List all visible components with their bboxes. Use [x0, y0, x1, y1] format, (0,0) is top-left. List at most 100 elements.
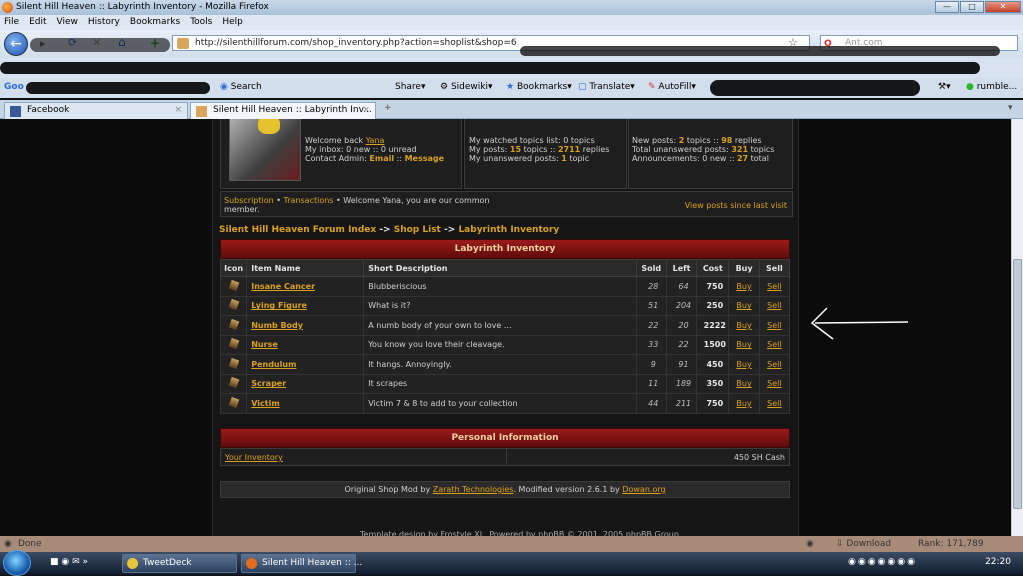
breadcrumb-index-link[interactable]: Silent Hill Heaven Forum Index [219, 225, 376, 235]
item-name-link[interactable]: Victim [251, 399, 279, 408]
item-left: 22 [665, 334, 698, 355]
sell-link[interactable]: Sell [767, 301, 781, 310]
sell-link[interactable]: Sell [767, 282, 781, 291]
watched-topics[interactable]: My watched topics list: 0 topics [469, 136, 595, 145]
start-button[interactable] [3, 550, 31, 576]
username-link[interactable]: Yana [366, 136, 385, 145]
breadcrumb-shop-list-link[interactable]: Shop List [394, 225, 441, 235]
taskbar-item-tweetdeck[interactable]: TweetDeck [122, 554, 237, 573]
item-icon [219, 373, 248, 394]
buy-link[interactable]: Buy [736, 360, 751, 369]
buy-link[interactable]: Buy [736, 301, 751, 310]
search-button[interactable]: ◉ Search [220, 82, 262, 92]
google-logo-icon: Goo [4, 82, 24, 92]
buy-cell: Buy [728, 354, 760, 375]
minimize-button[interactable]: — [935, 1, 959, 13]
buy-link[interactable]: Buy [736, 340, 751, 349]
facebook-favicon-icon [10, 106, 21, 117]
contact-message-link[interactable]: Message [405, 154, 444, 163]
tab-labyrinth-inventory[interactable]: Silent Hill Heaven :: Labyrinth Inv... × [190, 102, 376, 119]
announcements[interactable]: Announcements: 0 new :: 27 total [632, 154, 769, 163]
menu-edit[interactable]: Edit [29, 15, 46, 30]
sell-link[interactable]: Sell [767, 321, 781, 330]
tab-close-icon[interactable]: × [174, 103, 182, 118]
contact-line: Contact Admin: Email :: Message [305, 154, 445, 163]
new-posts[interactable]: New posts: 2 topics :: 98 replies [632, 136, 762, 145]
unanswered-posts[interactable]: My unanswered posts: 1 topic [469, 154, 589, 163]
item-description: It hangs. Annoyingly. [363, 354, 637, 375]
back-button[interactable]: ← [4, 32, 28, 56]
buy-link[interactable]: Buy [736, 321, 751, 330]
item-sold: 51 [635, 295, 667, 316]
bookmarks-button[interactable]: ★ Bookmarks▾ [506, 82, 572, 92]
item-name-link[interactable]: Pendulum [251, 360, 296, 369]
subscription-link[interactable]: Subscription [224, 196, 274, 205]
item-description: Blubberiscious [363, 276, 637, 297]
tab-list-icon[interactable]: ▾ [1008, 103, 1013, 113]
tab-facebook[interactable]: Facebook × [4, 102, 188, 119]
item-description: It scrapes [363, 373, 637, 394]
item-icon [219, 393, 248, 414]
menu-bar: File Edit View History Bookmarks Tools H… [0, 15, 1023, 30]
menu-help[interactable]: Help [222, 15, 243, 30]
col-short-description: Short Description [363, 259, 637, 277]
your-inventory-link[interactable]: Your Inventory [225, 453, 283, 462]
menu-bookmarks[interactable]: Bookmarks [130, 15, 180, 30]
vertical-scrollbar[interactable] [1011, 119, 1023, 536]
personal-info-title: Personal Information [451, 433, 559, 443]
autofill-button[interactable]: ✎ AutoFill▾ [648, 82, 696, 92]
sell-link[interactable]: Sell [767, 340, 781, 349]
monster-icon [228, 357, 239, 369]
item-name-link[interactable]: Scraper [251, 379, 286, 388]
buy-cell: Buy [728, 276, 760, 297]
item-name-link[interactable]: Numb Body [251, 321, 303, 330]
view-posts-since-link[interactable]: View posts since last visit [685, 201, 787, 210]
translate-button[interactable]: ▢ Translate▾ [578, 82, 635, 92]
modder-link[interactable]: Dowan.org [622, 485, 665, 494]
menu-tools[interactable]: Tools [190, 15, 212, 30]
sidewiki-button[interactable]: ⚙ Sidewiki▾ [440, 82, 493, 92]
user-menu[interactable]: ● rumble... [966, 82, 1017, 92]
item-name-link[interactable]: Nurse [251, 340, 278, 349]
taskbar-item-firefox[interactable]: Silent Hill Heaven :: ... [241, 554, 362, 573]
monster-icon [228, 299, 239, 311]
item-description: Victim 7 & 8 to add to your collection [363, 393, 637, 414]
transactions-link[interactable]: Transactions [284, 196, 334, 205]
menu-file[interactable]: File [4, 15, 19, 30]
buy-link[interactable]: Buy [736, 379, 751, 388]
contact-email-link[interactable]: Email [369, 154, 394, 163]
avatar [229, 119, 301, 181]
sell-link[interactable]: Sell [767, 399, 781, 408]
forum-stats-panel: New posts: 2 topics :: 98 replies Total … [628, 119, 793, 189]
firefox-icon [2, 2, 13, 13]
scrollbar-thumb[interactable] [1013, 259, 1022, 509]
author-link[interactable]: Zarath Technologies [433, 485, 514, 494]
breadcrumb-current-link[interactable]: Labyrinth Inventory [458, 225, 559, 235]
menu-history[interactable]: History [88, 15, 120, 30]
tab-close-icon[interactable]: × [362, 103, 370, 118]
item-name-link[interactable]: Insane Cancer [251, 282, 315, 291]
buy-link[interactable]: Buy [736, 282, 751, 291]
item-icon [219, 334, 248, 355]
quick-launch-icons[interactable]: ■ ◉ ✉ » [50, 557, 88, 567]
total-unanswered[interactable]: Total unanswered posts: 321 topics [632, 145, 774, 154]
download-button[interactable]: ⇩ Download [836, 536, 891, 552]
menu-view[interactable]: View [57, 15, 78, 30]
item-description: You know you love their cleavage. [363, 334, 637, 355]
item-name-cell: Pendulum [246, 354, 365, 375]
buy-link[interactable]: Buy [736, 399, 751, 408]
share-button[interactable]: Share▾ [395, 82, 426, 92]
sell-link[interactable]: Sell [767, 379, 781, 388]
close-button[interactable]: ✕ [985, 1, 1021, 13]
maximize-button[interactable]: □ [960, 1, 984, 13]
system-tray-icons[interactable]: ◉◉◉◉◉◉◉ [848, 557, 917, 567]
item-name-cell: Victim [246, 393, 365, 414]
sell-link[interactable]: Sell [767, 360, 781, 369]
sell-cell: Sell [758, 295, 791, 316]
item-sold: 44 [635, 393, 667, 414]
rank-text: Rank: 171,789 [918, 539, 984, 549]
new-tab-button[interactable]: + [384, 103, 392, 113]
item-name-link[interactable]: Lying Figure [251, 301, 307, 310]
my-posts[interactable]: My posts: 15 topics :: 2711 replies [469, 145, 609, 154]
wrench-icon[interactable]: ⚒▾ [938, 82, 951, 92]
